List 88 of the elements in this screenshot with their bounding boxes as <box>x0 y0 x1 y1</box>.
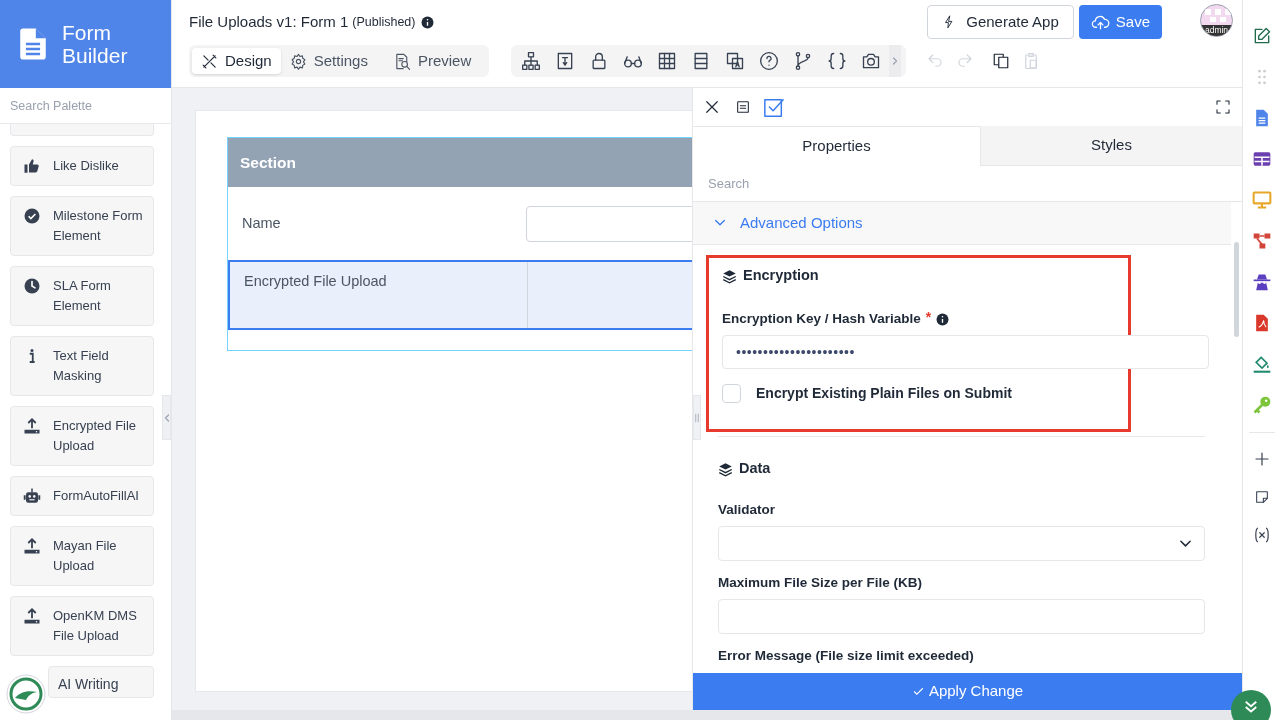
help-icon[interactable] <box>759 51 779 71</box>
palette-item[interactable]: AI Writing <box>48 666 154 698</box>
field-icon[interactable] <box>555 51 575 71</box>
chevron-left-icon <box>163 412 170 423</box>
translate-icon[interactable] <box>725 51 745 71</box>
form-title: File Uploads v1: Form 1 <box>189 11 349 32</box>
network-icon[interactable] <box>1251 231 1272 251</box>
group-heading: Data <box>739 459 771 479</box>
field-label: Maximum File Size per File (KB) <box>718 575 923 591</box>
field-label: Validator <box>718 502 776 518</box>
palette-label: FormAutoFillAI <box>53 487 139 505</box>
checkbox-label: Encrypt Existing Plain Files on Submit <box>756 384 1012 403</box>
palette-label: Encrypted File Upload <box>53 417 138 455</box>
group-heading: Encryption <box>743 266 819 286</box>
upload-icon <box>23 607 41 625</box>
field-label: Name <box>242 213 281 233</box>
palette-item[interactable]: FormAutoFillAI <box>10 476 154 516</box>
thumbs-up-icon <box>23 157 41 175</box>
collapse-handle[interactable] <box>162 395 171 440</box>
search-field[interactable]: Search Palette <box>0 88 171 124</box>
leaf-logo-icon <box>6 674 46 714</box>
scroll-down-button[interactable] <box>1231 690 1271 720</box>
palette-label: SLA Form Element <box>53 277 112 315</box>
palette-label: Milestone Form Element <box>53 207 144 245</box>
input-field[interactable] <box>718 599 1205 634</box>
variable-icon[interactable] <box>1252 526 1271 544</box>
save-button[interactable]: Save <box>1078 5 1162 39</box>
generate-app-button[interactable]: Generate App <box>927 5 1074 39</box>
palette-label: Text Field Masking <box>53 347 110 385</box>
checkbox[interactable] <box>722 384 741 403</box>
pencil-ruler-icon <box>201 52 218 70</box>
info-icon[interactable] <box>421 15 435 29</box>
panel-tab[interactable]: Properties <box>693 126 981 166</box>
mode-tab[interactable]: Preview <box>384 48 481 74</box>
apply-button[interactable]: Apply Change <box>693 673 1242 710</box>
paint-bucket-icon[interactable] <box>1251 354 1272 374</box>
mode-tab[interactable]: Settings <box>280 48 377 74</box>
avatar[interactable]: admin <box>1200 4 1233 37</box>
palette-item[interactable]: Milestone Form Element <box>10 196 154 256</box>
palette-item[interactable]: OpenKM DMS File Upload <box>10 596 154 656</box>
fullscreen-icon[interactable] <box>1215 99 1231 115</box>
checkbox-icon[interactable] <box>763 96 785 118</box>
branch-icon[interactable] <box>793 51 813 71</box>
section-header: Section <box>228 138 692 187</box>
sticky-note-icon[interactable] <box>1253 489 1270 505</box>
check-circle-icon <box>23 207 41 225</box>
document-search-icon <box>393 52 411 70</box>
palette-label: Like Dislike <box>53 157 119 175</box>
mode-tab[interactable]: Design <box>192 48 281 74</box>
check-icon <box>911 685 925 698</box>
section-toggle[interactable]: Advanced Options <box>693 202 1231 245</box>
palette-item[interactable]: Mayan File Upload <box>10 526 154 586</box>
password-field[interactable]: •••••••••••••••••••••• <box>722 335 1209 369</box>
status-label: (Published) <box>352 13 416 31</box>
palette-label: Mayan File Upload <box>53 537 118 575</box>
user-label: admin <box>1201 25 1232 36</box>
close-icon[interactable] <box>703 98 721 116</box>
palette-label: OpenKM DMS File Upload <box>53 607 138 645</box>
robot-icon <box>23 487 41 505</box>
palette-item[interactable]: Encrypted File Upload <box>10 406 154 466</box>
required-mark: * <box>925 308 932 327</box>
field-label: Encrypted File Upload <box>244 272 387 291</box>
palette-item[interactable]: Like Dislike <box>10 146 154 186</box>
grip-icon <box>694 412 700 423</box>
upload-icon <box>23 417 41 435</box>
camera-icon[interactable] <box>861 51 881 71</box>
info-icon[interactable] <box>936 312 950 326</box>
copy-icon[interactable] <box>992 52 1010 70</box>
field-label: Error Message (File size limit exceeded) <box>718 648 974 664</box>
panel-tab[interactable]: Styles <box>981 126 1242 166</box>
table-icon[interactable] <box>1251 149 1272 169</box>
grid-icon[interactable] <box>657 51 677 71</box>
layers-icon <box>722 268 737 284</box>
resize-handle[interactable] <box>693 395 701 440</box>
input-field[interactable] <box>526 205 692 242</box>
form-row[interactable]: Encrypted File Upload <box>228 260 692 330</box>
logo-title: Form Builder <box>62 21 129 67</box>
braces-icon[interactable] <box>827 51 847 71</box>
upload-icon <box>23 537 41 555</box>
layers-icon <box>718 461 733 477</box>
clock-icon <box>23 277 41 295</box>
palette-item[interactable]: Text Field Masking <box>10 336 154 396</box>
spy-icon[interactable] <box>1251 272 1272 292</box>
sitemap-icon[interactable] <box>521 51 541 71</box>
field-label: Encryption Key / Hash Variable <box>722 309 921 328</box>
list-icon[interactable] <box>735 99 751 115</box>
settings-icon <box>289 52 307 70</box>
palette-item[interactable]: SLA Form Element <box>10 266 154 326</box>
